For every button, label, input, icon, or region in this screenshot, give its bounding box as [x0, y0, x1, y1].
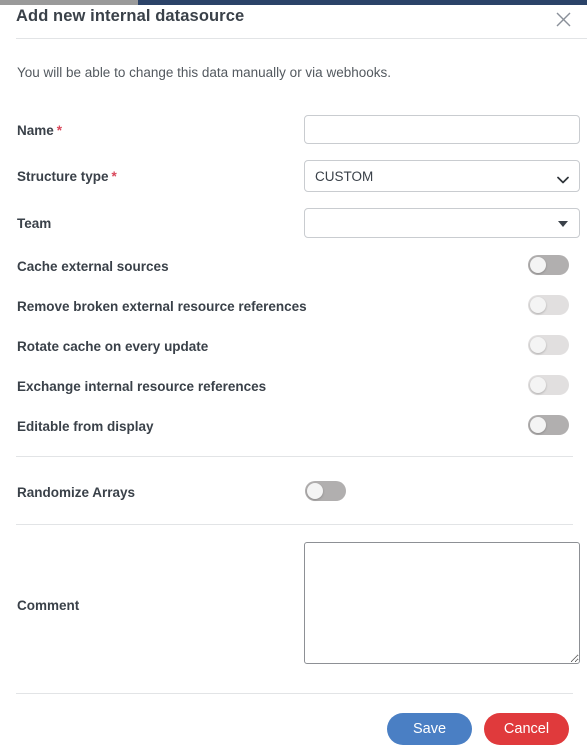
intro-description: You will be able to change this data man…: [17, 65, 391, 80]
structure-type-select[interactable]: CUSTOM: [304, 160, 580, 192]
toggle-rotate-cache-on-every-update[interactable]: [528, 335, 569, 355]
toggle-knob: [530, 337, 546, 353]
toggle-randomize-arrays[interactable]: [305, 481, 346, 501]
toggle-remove-broken-external-resource-references[interactable]: [528, 295, 569, 315]
randomize-arrays-label: Randomize Arrays: [17, 485, 136, 500]
toggle-knob: [530, 417, 546, 433]
cancel-button[interactable]: Cancel: [484, 713, 569, 745]
toggle-exchange-internal-resource-references[interactable]: [528, 375, 569, 395]
modal-header: Add new internal datasource: [0, 5, 587, 39]
toggle-knob: [530, 257, 546, 273]
modal-body: You will be able to change this data man…: [0, 39, 587, 693]
divider-above-randomize: [16, 456, 573, 457]
name-label-text: Name: [17, 123, 54, 138]
structure-type-label: Structure type *: [17, 169, 117, 184]
comment-label: Comment: [17, 598, 80, 613]
team-label-text: Team: [17, 216, 52, 231]
structure-type-required-asterisk: *: [111, 169, 117, 184]
toggle-editable-from-display[interactable]: [528, 415, 569, 435]
toggle-label-cache-external-sources: Cache external sources: [17, 259, 169, 274]
toggle-knob: [530, 297, 546, 313]
modal-footer: Save Cancel: [0, 693, 587, 745]
toggle-label-editable-from-display: Editable from display: [17, 419, 154, 434]
save-button[interactable]: Save: [387, 713, 472, 745]
divider-below-randomize: [16, 524, 573, 525]
toggle-knob: [530, 377, 546, 393]
toggle-knob: [307, 483, 323, 499]
structure-type-select-wrapper: CUSTOM: [304, 160, 580, 192]
team-select[interactable]: [304, 208, 580, 238]
page-title: Add new internal datasource: [16, 7, 245, 25]
name-label: Name *: [17, 123, 62, 138]
add-datasource-modal: Add new internal datasource You will be …: [0, 5, 587, 745]
toggle-label-rotate-cache-on-every-update: Rotate cache on every update: [17, 339, 209, 354]
toggle-cache-external-sources[interactable]: [528, 255, 569, 275]
close-icon[interactable]: [552, 8, 574, 30]
team-label: Team: [17, 216, 51, 231]
footer-divider: [16, 693, 573, 694]
caret-down-icon: [558, 221, 568, 227]
toggle-label-remove-broken-external-resource-references: Remove broken external resource referenc…: [17, 299, 307, 314]
comment-textarea[interactable]: [304, 542, 580, 664]
toggle-label-exchange-internal-resource-references: Exchange internal resource references: [17, 379, 267, 394]
structure-type-label-text: Structure type: [17, 169, 109, 184]
name-input[interactable]: [304, 115, 580, 144]
name-required-asterisk: *: [56, 123, 63, 138]
